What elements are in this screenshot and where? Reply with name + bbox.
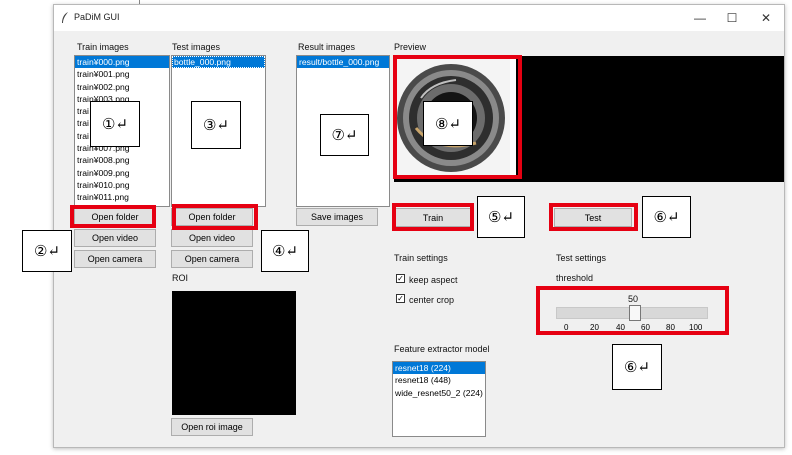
list-item[interactable]: train¥001.png	[75, 68, 169, 80]
threshold-label: threshold	[556, 273, 594, 283]
title-bar[interactable]: PaDiM GUI — ☐ ✕	[54, 5, 784, 31]
result-images-label: Result images	[298, 42, 356, 52]
list-item[interactable]: resnet18 (448)	[393, 374, 485, 386]
feather-icon	[62, 12, 68, 23]
annotation-marker-6-threshold: ⑥↵	[612, 344, 662, 390]
train-images-label: Train images	[77, 42, 129, 52]
open-roi-image-button[interactable]: Open roi image	[171, 418, 253, 436]
save-images-button[interactable]: Save images	[296, 208, 378, 226]
list-item[interactable]: train¥002.png	[75, 81, 169, 93]
annotation-marker-1: ①↵	[90, 101, 140, 147]
keep-aspect-checkbox[interactable]: ✓	[396, 274, 405, 283]
keep-aspect-label: keep aspect	[409, 275, 458, 285]
annotation-marker-3: ③↵	[191, 101, 241, 149]
feature-extractor-label: Feature extractor model	[394, 344, 490, 354]
list-item[interactable]: train¥010.png	[75, 179, 169, 191]
list-item[interactable]: train¥008.png	[75, 154, 169, 166]
highlight-test-button	[549, 203, 638, 231]
list-item[interactable]: train¥000.png	[75, 56, 169, 69]
test-open-video-button[interactable]: Open video	[171, 229, 253, 247]
window-title: PaDiM GUI	[74, 12, 120, 22]
roi-label: ROI	[172, 273, 189, 283]
list-item[interactable]: resnet18 (224)	[393, 362, 485, 375]
minimize-icon[interactable]: —	[686, 9, 714, 27]
center-crop-checkbox[interactable]: ✓	[396, 294, 405, 303]
test-images-label: Test images	[172, 42, 221, 52]
highlight-threshold-slider	[536, 286, 729, 335]
list-item[interactable]: train¥009.png	[75, 167, 169, 179]
train-settings-label: Train settings	[394, 253, 448, 263]
annotation-marker-6-test: ⑥↵	[642, 196, 691, 238]
test-settings-label: Test settings	[556, 253, 607, 263]
feature-extractor-list[interactable]: resnet18 (224) resnet18 (448) wide_resne…	[392, 361, 486, 437]
center-crop-label: center crop	[409, 295, 455, 305]
highlight-train-open-folder	[70, 205, 156, 228]
test-open-camera-button[interactable]: Open camera	[171, 250, 253, 268]
train-open-camera-button[interactable]: Open camera	[74, 250, 156, 268]
highlight-test-open-folder	[172, 204, 258, 230]
roi-canvas	[172, 291, 296, 415]
annotation-marker-5: ⑤↵	[477, 196, 525, 238]
list-item[interactable]: bottle_000.png	[172, 56, 265, 69]
train-open-video-button[interactable]: Open video	[74, 229, 156, 247]
list-item[interactable]: result/bottle_000.png	[297, 56, 389, 69]
annotation-marker-8: ⑧↵	[423, 101, 473, 146]
highlight-train-button	[392, 203, 474, 231]
list-item[interactable]: wide_resnet50_2 (224)	[393, 387, 485, 399]
annotation-marker-4: ④↵	[261, 230, 309, 272]
annotation-marker-2: ②↵	[22, 230, 72, 272]
list-item[interactable]: train¥011.png	[75, 191, 169, 203]
close-icon[interactable]: ✕	[752, 9, 780, 27]
preview-label: Preview	[394, 42, 427, 52]
annotation-marker-7: ⑦↵	[320, 114, 369, 156]
maximize-icon[interactable]: ☐	[718, 9, 746, 27]
